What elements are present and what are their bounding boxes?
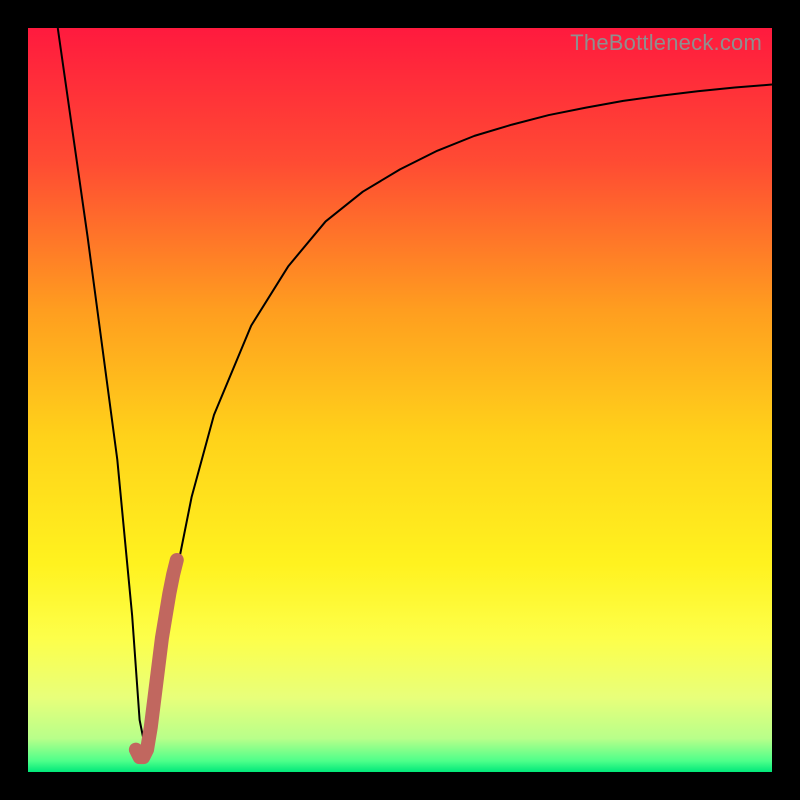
chart-svg: [28, 28, 772, 772]
chart-background: [28, 28, 772, 772]
plot-area: TheBottleneck.com: [28, 28, 772, 772]
chart-frame: TheBottleneck.com: [0, 0, 800, 800]
watermark-text: TheBottleneck.com: [570, 30, 762, 56]
